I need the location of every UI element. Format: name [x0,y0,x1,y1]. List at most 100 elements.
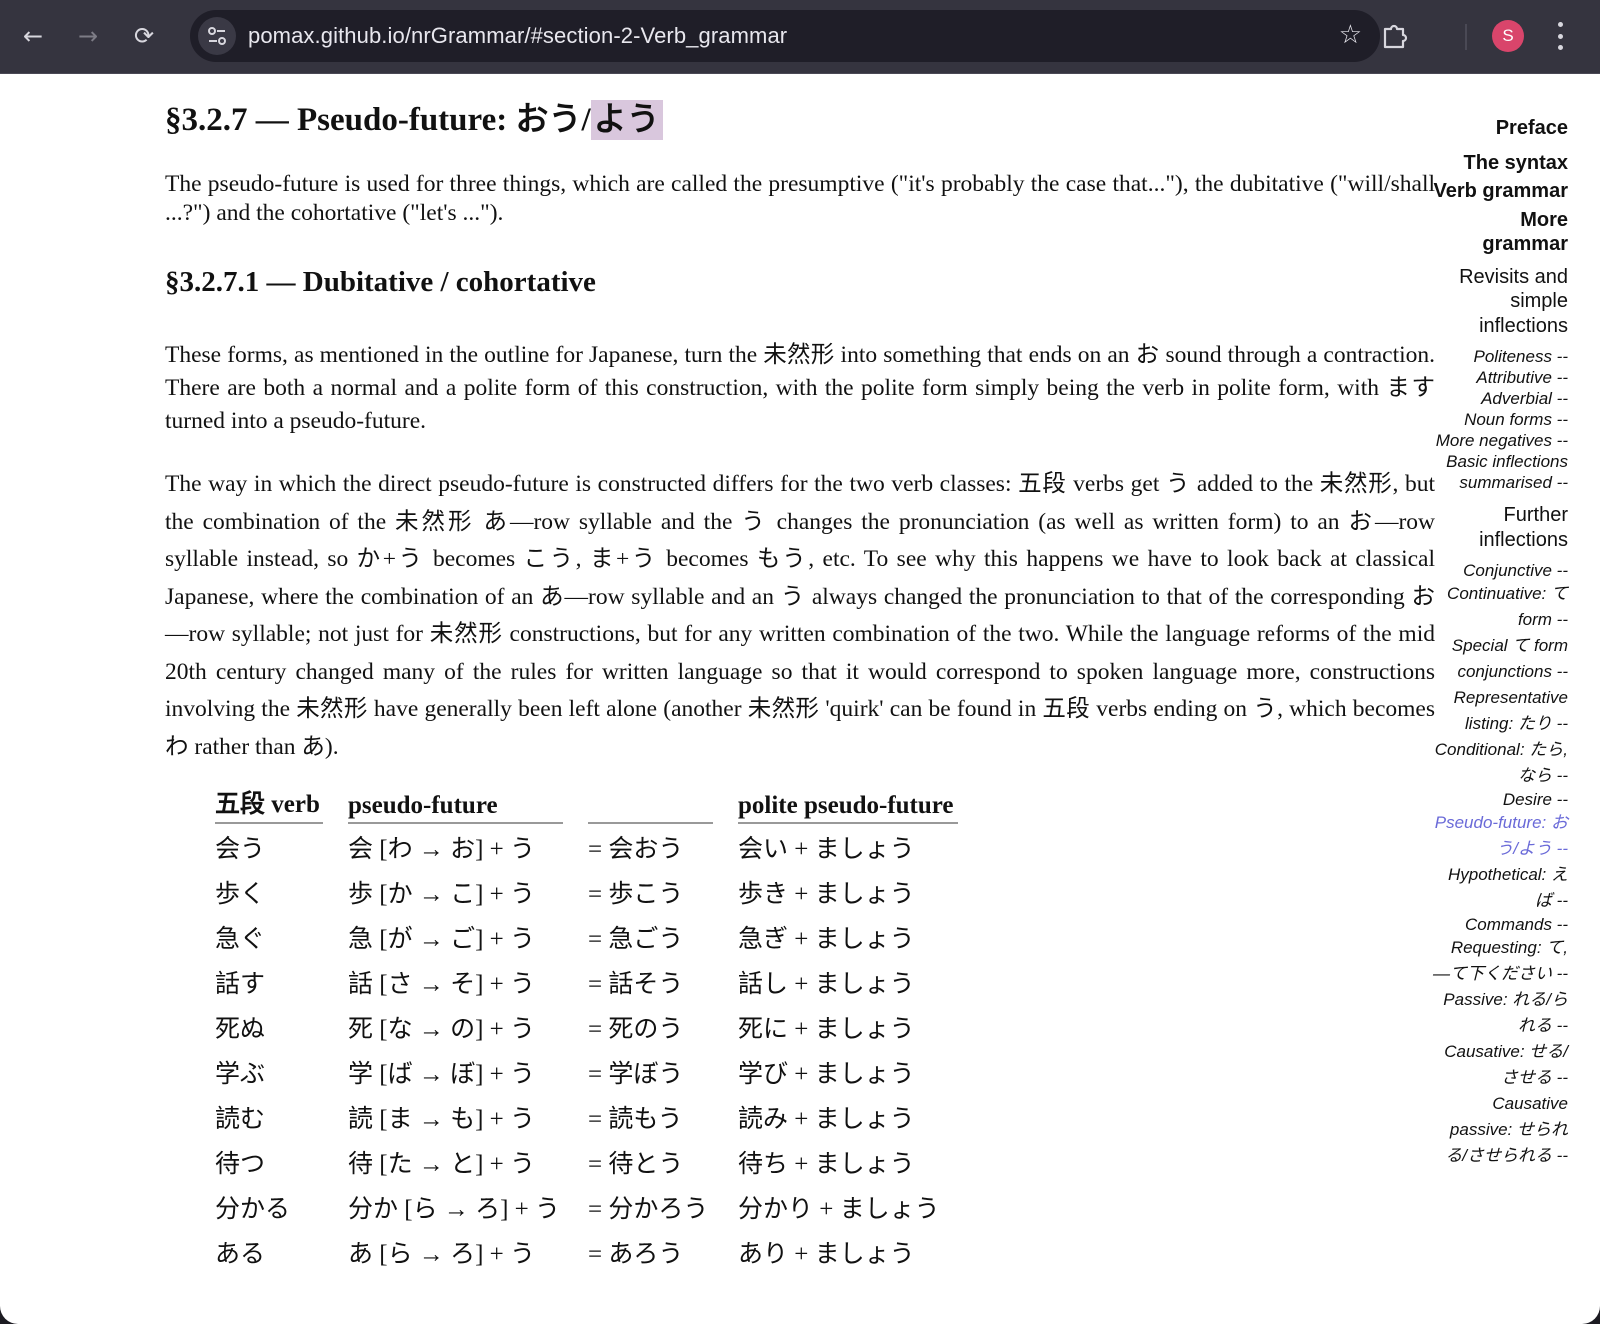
url-text[interactable]: pomax.github.io/nrGrammar/#section-2-Ver… [248,23,787,49]
cell-spacer [713,959,738,1004]
cell-polite: 死に + ましょう [738,1015,915,1043]
cell-spacer [563,959,588,1004]
cell-spacer [563,824,588,869]
cell-spacer [713,1139,738,1184]
table-row: ある あ [ら → ろ] + う = あろう あり + ましょう [215,1229,958,1274]
toc-item[interactable]: Requesting: て, —て下ください -- [1432,935,1568,987]
section-heading-text: §3.2.7 — Pseudo-future: おう/ [165,102,591,138]
cell-spacer [713,824,738,869]
cell-spacer [713,1049,738,1094]
toc-chapter-syntax[interactable]: The syntax [1432,151,1568,176]
toc-item[interactable]: More negatives -- [1432,430,1568,451]
table-row: 話す 話 [さ → そ] + う = 話そう 話し + ましょう [215,959,958,1004]
toc-item[interactable]: Noun forms -- [1432,409,1568,430]
cell-polite: 読み + ましょう [738,1105,915,1133]
cell-spacer [713,1094,738,1139]
cell-pseudo-future: 会 [わ → お] + う [348,835,535,863]
toc-item[interactable]: Causative: せる/させる -- [1432,1039,1568,1091]
toc-further-list: Conjunctive -- Continuative: て form -- Spe… [1432,560,1568,1169]
toc-item[interactable]: Special て form conjunctions -- [1432,633,1568,685]
toc-item[interactable]: Causative passive: せられる/させられる -- [1432,1091,1568,1169]
table-row: 急ぐ 急 [が → ご] + う = 急ごう 急ぎ + ましょう [215,914,958,959]
toc-item[interactable]: Continuative: て form -- [1432,581,1568,633]
toc-item[interactable]: Attributive -- [1432,367,1568,388]
cell-pseudo-future: あ [ら → ろ] + う [348,1240,535,1268]
table-header-row: 五段 verb pseudo-future polite pseudo-futu… [215,784,958,824]
toc-item[interactable]: Representative listing: たり -- [1432,685,1568,737]
table-row: 読む 読 [ま → も] + う = 読もう 読み + ましょう [215,1094,958,1139]
conjugation-table: 五段 verb pseudo-future polite pseudo-futu… [215,784,958,1274]
toc-chapter-verb-grammar[interactable]: Verb grammar [1432,179,1568,204]
toc-item[interactable]: Pseudo-future: おう/よう -- [1432,810,1568,862]
header-pseudo-future: pseudo-future [348,784,563,824]
cell-pseudo-future: 話 [さ → そ] + う [348,970,535,998]
browser-toolbar: ← → ⟳ pomax.github.io/nrGrammar/#section… [0,0,1600,74]
toc-item[interactable]: Adverbial -- [1432,388,1568,409]
toc-item[interactable]: Hypothetical: えば -- [1432,862,1568,914]
cell-polite: 歩き + ましょう [738,880,915,908]
cell-spacer [563,1184,588,1229]
toc-item[interactable]: Passive: れる/られる -- [1432,987,1568,1039]
toc-item[interactable]: Conditional: たら, なら -- [1432,737,1568,789]
extensions-button[interactable] [1374,16,1414,56]
cell-spacer [713,1229,738,1274]
cell-result: = 読もう [588,1105,683,1133]
cell-spacer [323,1229,348,1274]
toc-part-further[interactable]: Further inflections [1432,503,1568,552]
site-info-button[interactable] [198,17,236,55]
profile-avatar[interactable]: S [1492,20,1524,52]
toolbar-divider [1465,24,1467,50]
toc-item[interactable]: Conjunctive -- [1432,560,1568,581]
cell-spacer [323,824,348,869]
toc-part-revisits[interactable]: Revisits and simple inflections [1432,265,1568,339]
cell-verb: 歩く [215,880,266,908]
toc-chapter-preface[interactable]: Preface [1432,116,1568,141]
cell-verb: 読む [215,1105,266,1133]
forward-button[interactable]: → [68,16,108,56]
header-polite: polite pseudo-future [738,784,958,824]
menu-kebab-icon[interactable] [1556,22,1564,50]
construction-paragraph: The way in which the direct pseudo-futur… [165,471,1435,760]
cell-result: = 歩こう [588,880,684,908]
table-row: 会う 会 [わ → お] + う = 会おう 会い + ましょう [215,824,958,869]
reload-button[interactable]: ⟳ [124,16,164,56]
address-bar[interactable]: pomax.github.io/nrGrammar/#section-2-Ver… [190,10,1380,62]
cell-spacer [563,869,588,914]
reload-icon: ⟳ [133,22,155,50]
bookmark-star-icon[interactable]: ☆ [1339,20,1362,50]
cell-spacer [563,914,588,959]
toc-item[interactable]: Basic inflections summarised -- [1432,451,1568,493]
toc-item[interactable]: Desire -- [1432,789,1568,810]
cell-spacer [713,1184,738,1229]
arrow-left-icon: ← [22,22,44,50]
table-row: 学ぶ 学 [ば → ぼ] + う = 学ぼう 学び + ましょう [215,1049,958,1094]
cell-polite: あり + ましょう [738,1240,915,1268]
cell-verb: 死ぬ [215,1015,266,1043]
intro-paragraph: The pseudo-future is used for three thin… [165,171,1435,226]
back-button[interactable]: ← [13,16,53,56]
cell-result: = 待とう [588,1150,684,1178]
toc-chapter-more-grammar[interactable]: More grammar [1432,208,1568,257]
cell-verb: ある [215,1240,266,1268]
cell-spacer [713,1004,738,1049]
cell-spacer [563,1094,588,1139]
header-spacer [713,784,738,824]
cell-polite: 会い + ましょう [738,835,915,863]
cell-spacer [563,1049,588,1094]
table-row: 死ぬ 死 [な → の] + う = 死のう 死に + ましょう [215,1004,958,1049]
cell-verb: 学ぶ [215,1060,266,1088]
toc-item[interactable]: Commands -- [1432,914,1568,935]
cell-result: = 急ごう [588,925,684,953]
highlighted-text: よう [590,100,663,140]
table-body: 会う 会 [わ → お] + う = 会おう 会い + ましょう 歩く 歩 [か → こ]… [215,824,958,1274]
cell-pseudo-future: 学 [ば → ぼ] + う [348,1060,535,1088]
cell-verb: 待つ [215,1150,266,1178]
puzzle-icon [1383,24,1408,49]
cell-result: = 学ぼう [588,1060,684,1088]
cell-result: = あろう [588,1240,684,1268]
cell-pseudo-future: 待 [た → と] + う [348,1150,535,1178]
cell-spacer [323,1184,348,1229]
cell-pseudo-future: 読 [ま → も] + う [348,1105,535,1133]
cell-spacer [563,1139,588,1184]
toc-item[interactable]: Politeness -- [1432,346,1568,367]
